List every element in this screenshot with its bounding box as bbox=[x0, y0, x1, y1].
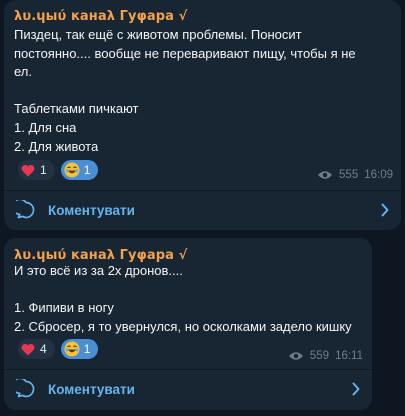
chevron-right-icon bbox=[380, 203, 390, 217]
comments-button[interactable]: Коментувати bbox=[4, 191, 401, 229]
laughing-emoji-icon bbox=[64, 341, 80, 357]
message-meta: 555 16:09 bbox=[317, 169, 393, 181]
reaction-count: 1 bbox=[40, 163, 47, 177]
eye-icon bbox=[288, 351, 304, 361]
heart-icon bbox=[20, 162, 36, 178]
reaction-laughing[interactable]: 1 bbox=[60, 339, 99, 359]
message-text: Пиздец, так ещё с животом проблемы. Поно… bbox=[14, 27, 356, 154]
reaction-heart[interactable]: 1 bbox=[18, 160, 55, 180]
eye-icon bbox=[317, 170, 333, 180]
comments-label: Коментувати bbox=[48, 202, 135, 218]
message-time: 16:09 bbox=[364, 169, 393, 181]
views-count: 555 bbox=[339, 169, 359, 181]
message-bubble: λυ.ɥыύ канаλ Гуφара √ И это всё из за 2х… bbox=[4, 238, 372, 410]
reaction-heart[interactable]: 4 bbox=[18, 339, 55, 359]
reaction-laughing[interactable]: 1 bbox=[60, 160, 99, 180]
views-count: 559 bbox=[309, 350, 330, 362]
reaction-count: 1 bbox=[83, 342, 91, 356]
channel-feed: λυ.ɥыύ канаλ Гуφара √ Пиздец, так ещё с … bbox=[0, 0, 405, 416]
reactions-bar: 1 1 bbox=[18, 160, 99, 180]
reactions-bar: 4 1 bbox=[18, 339, 99, 359]
message-meta: 559 16:11 bbox=[288, 350, 363, 362]
laughing-emoji-icon bbox=[64, 162, 80, 178]
channel-name[interactable]: λυ.ɥыύ канаλ Гуφара √ bbox=[14, 9, 187, 24]
comment-bubble-icon bbox=[16, 379, 36, 399]
comment-bubble-icon bbox=[16, 200, 36, 220]
chevron-right-icon bbox=[351, 382, 361, 396]
channel-name[interactable]: λυ.ɥыύ канаλ Гуφара √ bbox=[14, 248, 187, 263]
reaction-count: 4 bbox=[40, 342, 47, 356]
comments-label: Коментувати bbox=[48, 381, 135, 397]
message-bubble: λυ.ɥыύ канаλ Гуφара √ Пиздец, так ещё с … bbox=[4, 0, 401, 230]
reaction-count: 1 bbox=[83, 163, 91, 177]
message-time: 16:11 bbox=[335, 350, 363, 362]
message-text: И это всё из за 2х дронов.... 1. Фипиви … bbox=[14, 263, 352, 334]
heart-icon bbox=[20, 341, 36, 357]
comments-button[interactable]: Коментувати bbox=[4, 370, 372, 408]
